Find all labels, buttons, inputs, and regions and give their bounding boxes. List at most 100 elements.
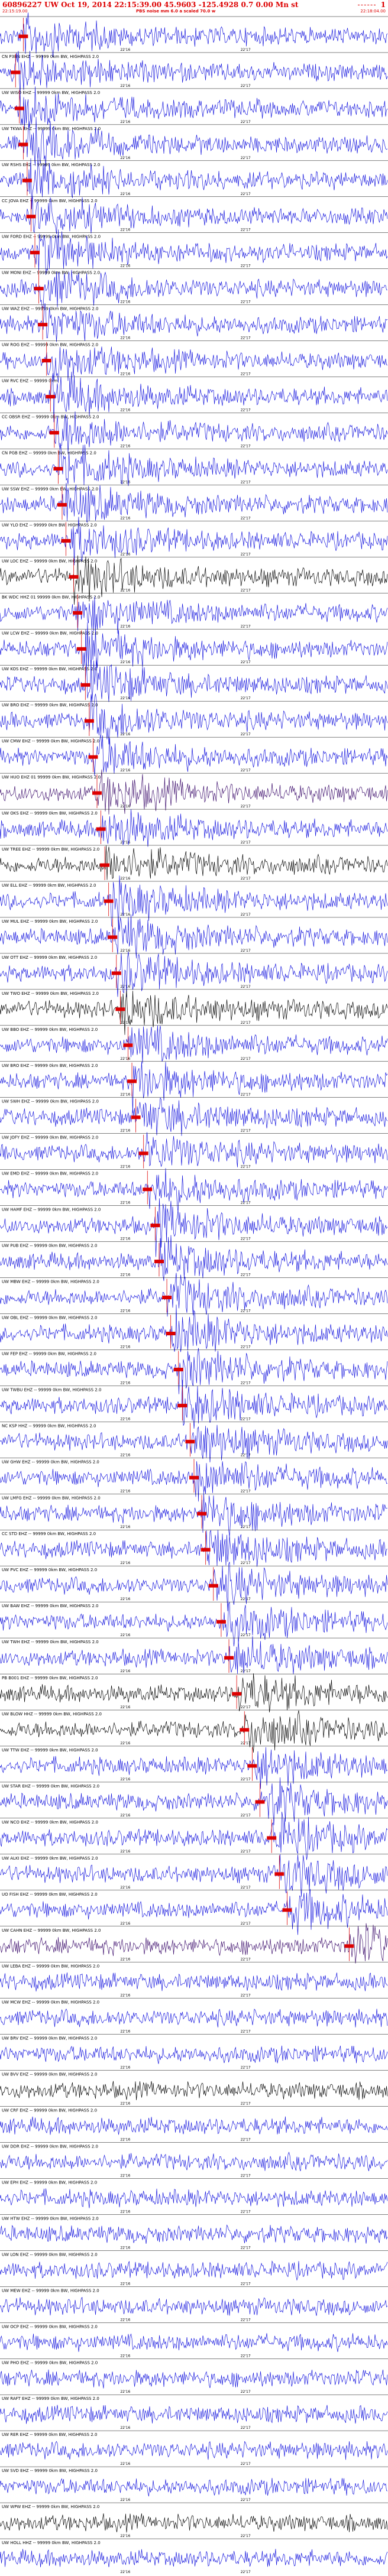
time-tick-label: 22'16 xyxy=(120,1381,130,1385)
station-label: UW CMW EHZ -- 99999 0km BW, HIGHPASS 2.0 xyxy=(2,739,99,744)
time-tick-label: 22'16 xyxy=(120,1165,130,1169)
time-tick-label: 22'16 xyxy=(120,1489,130,1493)
time-tick-label: 22'16 xyxy=(120,444,130,448)
station-label: UW EMD EHZ -- 99999 0km BW, HIGHPASS 2.0 xyxy=(2,1172,98,1176)
station-label: CN PGB EHZ -- 99999 0km BW, HIGHPASS 2.0 xyxy=(2,450,96,455)
time-tick-label: 22'16 xyxy=(120,2354,130,2358)
station-label: UW RAFT EHZ -- 99999 0km BW, HIGHPASS 2.… xyxy=(2,2396,99,2401)
time-tick-label: 22'17 xyxy=(241,2210,251,2214)
time-tick-label: 22'17 xyxy=(241,841,251,845)
time-tick-label: 22'17 xyxy=(241,2102,251,2106)
waveform-trace xyxy=(0,622,388,670)
waveform-trace xyxy=(0,1235,388,1281)
station-label: UW MEW EHZ -- 99999 0km BW, HIGHPASS 2.0 xyxy=(2,2288,99,2293)
station-label: UW HTW EHZ -- 99999 0km BW, HIGHPASS 2.0 xyxy=(2,2216,99,2221)
time-tick-label: 22'16 xyxy=(120,2173,130,2178)
time-tick-label: 22'17 xyxy=(241,1633,251,1637)
waveform-trace xyxy=(0,2045,388,2064)
time-tick-label: 22'17 xyxy=(241,228,251,232)
waveform-trace xyxy=(0,2333,388,2352)
time-tick-label: 22'17 xyxy=(241,372,251,377)
time-tick-label: 22'17 xyxy=(241,552,251,556)
seismogram-plot: 22'16 22'17CN P3BN EHZ -- 99999 0km BW, H… xyxy=(0,12,388,2574)
time-tick-label: 22'17 xyxy=(241,1813,251,1818)
time-tick-label: 22'16 xyxy=(120,84,130,88)
time-tick-label: 22'16 xyxy=(120,1633,130,1637)
time-tick-label: 22'17 xyxy=(241,1021,251,1025)
time-tick-label: 22'17 xyxy=(241,2066,251,2070)
station-label: UW WISO EHZ -- 99999 0km BW, HIGHPASS 2.… xyxy=(2,90,100,95)
time-tick-label: 22'17 xyxy=(241,120,251,124)
station-label: UW HUO EHZ 01 99999 0km BW, HIGHPASS 2.0 xyxy=(2,775,101,780)
time-tick-label: 22'17 xyxy=(241,1705,251,1709)
station-label: UW BRO EHZ -- 99999 0km BW, HIGHPASS 2.0 xyxy=(2,1063,98,1068)
time-tick-label: 22'17 xyxy=(241,1561,251,1565)
station-label: UW LCW EHZ -- 99999 0km BW, HIGHPASS 2.0 xyxy=(2,631,98,635)
station-label: UW BAW EHZ -- 99999 0km BW, HIGHPASS 2.0 xyxy=(2,1604,98,1608)
time-tick-label: 22'17 xyxy=(241,408,251,413)
station-label: UW LMFG EHZ -- 99999 0km BW, HIGHPASS 2.… xyxy=(2,1495,101,1500)
waveform-trace xyxy=(0,2116,388,2135)
station-label: UW RER EHZ -- 99999 0km BW, HIGHPASS 2.0 xyxy=(2,2432,97,2437)
station-label: UW ROG EHZ -- 99999 0km BW, HIGHPASS 2.0 xyxy=(2,343,98,348)
time-tick-label: 22'16 xyxy=(120,1309,130,1313)
time-tick-label: 22'17 xyxy=(241,1417,251,1421)
time-tick-label: 22'16 xyxy=(120,696,130,700)
time-tick-label: 22'17 xyxy=(241,2318,251,2322)
time-tick-label: 22'16 xyxy=(120,2390,130,2394)
time-tick-label: 22'16 xyxy=(120,228,130,232)
time-tick-label: 22'16 xyxy=(120,1850,130,1854)
time-tick-label: 22'16 xyxy=(120,1237,130,1241)
time-tick-label: 22'17 xyxy=(241,732,251,737)
station-label: UW LOC EHZ -- 99999 0km BW, HIGHPASS 2.0 xyxy=(2,559,97,563)
waveform-trace xyxy=(0,2513,388,2533)
time-tick-label: 22'16 xyxy=(120,804,130,809)
station-label: UW LEBA EHZ -- 99999 0km BW, HIGHPASS 2.… xyxy=(2,1964,99,1969)
station-label: UW RSHS EHZ -- 99999 0km BW, HIGHPASS 2.… xyxy=(2,163,100,167)
time-tick-label: 22'16 xyxy=(120,1453,130,1457)
station-label: UW TKWA EHZ -- 99999 0km BW, HIGHPASS 2.… xyxy=(2,126,101,131)
time-tick-label: 22'16 xyxy=(120,877,130,881)
time-tick-label: 22'17 xyxy=(241,264,251,268)
station-label: UW SWH EHZ -- 99999 0km BW, HIGHPASS 2.0 xyxy=(2,1099,99,1104)
time-tick-label: 22'17 xyxy=(241,1273,251,1277)
time-tick-label: 22'17 xyxy=(241,2173,251,2178)
waveform-trace xyxy=(0,116,388,167)
station-label: UW WAZ EHZ -- 99999 0km BW, HIGHPASS 2.0 xyxy=(2,307,98,312)
time-tick-label: 22'16 xyxy=(120,2210,130,2214)
waveform-trace xyxy=(0,2224,388,2244)
waveform-trace xyxy=(0,1710,388,1753)
time-tick-label: 22'16 xyxy=(120,192,130,196)
station-label: UW PVC EHZ -- 99999 0km BW, HIGHPASS 2.0 xyxy=(2,1568,97,1572)
station-label: UW EPH EHZ -- 99999 0km BW, HIGHPASS 2.0 xyxy=(2,2180,97,2185)
station-label: UW MUL EHZ -- 99999 0km BW, HIGHPASS 2.0 xyxy=(2,919,98,924)
time-tick-label: 22'16 xyxy=(120,372,130,377)
time-tick-label: 22'17 xyxy=(241,2534,251,2538)
station-label: UW OCP EHZ -- 99999 0km BW, HIGHPASS 2.0 xyxy=(2,2324,98,2329)
time-tick-label: 22'16 xyxy=(120,624,130,628)
time-tick-label: 22'16 xyxy=(120,913,130,917)
station-label: PB B001 EHZ -- 99999 0km BW, HIGHPASS 2.… xyxy=(2,1676,98,1680)
time-tick-label: 22'16 xyxy=(120,1705,130,1709)
waveform-trace xyxy=(0,2297,388,2316)
time-tick-label: 22'16 xyxy=(120,120,130,124)
time-tick-label: 22'16 xyxy=(120,1741,130,1746)
station-label: UW SVD EHZ -- 99999 0km BW, HIGHPASS 2.0 xyxy=(2,2468,98,2473)
station-label: UW RVC EHZ -- 99999 0km xyxy=(2,379,58,384)
time-tick-label: 22'17 xyxy=(241,1093,251,1097)
station-label: UW GHW EHZ -- 99999 0km BW, HIGHPASS 2.0 xyxy=(2,1459,99,1464)
time-tick-label: 22'17 xyxy=(241,300,251,304)
waveform-trace xyxy=(0,2369,388,2389)
station-label: UW STAR EHZ -- 99999 0km BW, HIGHPASS 2.… xyxy=(2,1784,99,1789)
station-label: UW TWH EHZ -- 99999 0km BW, HIGHPASS 2.0 xyxy=(2,1640,99,1644)
station-label: UW OTT EHZ -- 99999 0km BW, HIGHPASS 2.0 xyxy=(2,955,97,960)
station-label: UW MONI EHZ -- 99999 0km BW, HIGHPASS 2.… xyxy=(2,271,100,275)
time-tick-label: 22'16 xyxy=(120,588,130,592)
station-label: CC OBSR EHZ -- 99999 0km BW, HIGHPASS 2.… xyxy=(2,415,99,420)
time-tick-label: 22'17 xyxy=(241,1886,251,1890)
time-tick-label: 22'16 xyxy=(120,1345,130,1349)
time-tick-label: 22'16 xyxy=(120,660,130,664)
station-label: UW KOS EHZ -- 99999 0km BW, HIGHPASS 2.0 xyxy=(2,667,97,671)
time-tick-label: 22'16 xyxy=(120,949,130,953)
station-label: UW TREE EHZ -- 99999 0km BW, HIGHPASS 2.… xyxy=(2,847,99,852)
